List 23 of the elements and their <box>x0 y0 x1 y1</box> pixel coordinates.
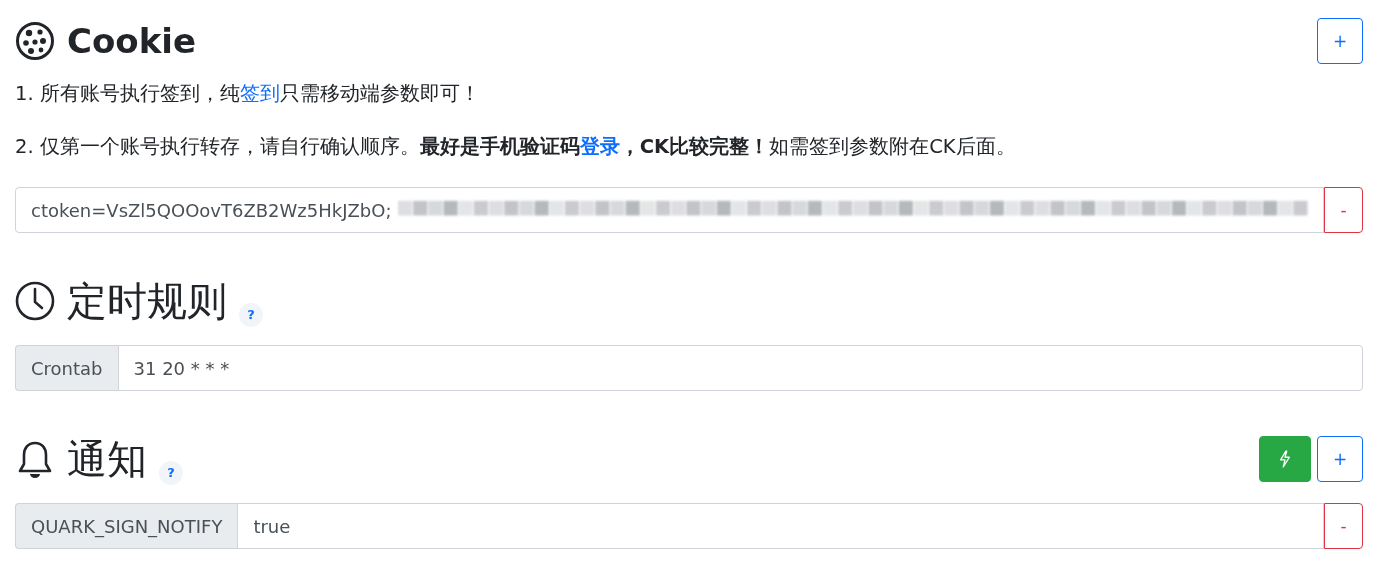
input-value: ctoken=VsZl5QOOovT6ZB2Wz5HkJZbO; <box>31 199 392 221</box>
section-title: 定时规则 <box>67 276 227 326</box>
section-title: 通知 <box>67 434 147 484</box>
cookie-input[interactable]: ctoken=VsZl5QOOovT6ZB2Wz5HkJZbO; <box>15 187 1324 233</box>
remove-button[interactable]: - <box>1324 503 1363 549</box>
test-button[interactable] <box>1259 436 1311 482</box>
input-label: Crontab <box>15 345 118 391</box>
remove-button[interactable]: - <box>1324 187 1363 233</box>
section-title: Cookie <box>67 21 196 61</box>
lightning-icon <box>1278 450 1292 468</box>
add-button[interactable]: + <box>1317 436 1363 482</box>
add-button[interactable]: + <box>1317 18 1363 64</box>
link[interactable]: 登录 <box>579 135 620 158</box>
cookie-icon <box>15 21 55 61</box>
instruction-text: 1. 所有账号执行签到，纯签到只需移动端参数即可！ <box>15 81 481 107</box>
help-badge[interactable]: ? <box>159 460 183 485</box>
input-label: QUARK_SIGN_NOTIFY <box>15 503 238 549</box>
instruction-text: 2. 仅第一个账号执行转存，请自行确认顺序。最好是手机验证码登录，CK比较完整！如需签到参数附在CK后面。 <box>15 134 1017 160</box>
notify-input[interactable]: true <box>237 503 1324 549</box>
clock-icon <box>15 281 55 321</box>
help-badge[interactable]: ? <box>239 302 263 327</box>
link[interactable]: 签到 <box>239 82 280 105</box>
crontab-input[interactable]: 31 20 * * * <box>117 345 1363 391</box>
